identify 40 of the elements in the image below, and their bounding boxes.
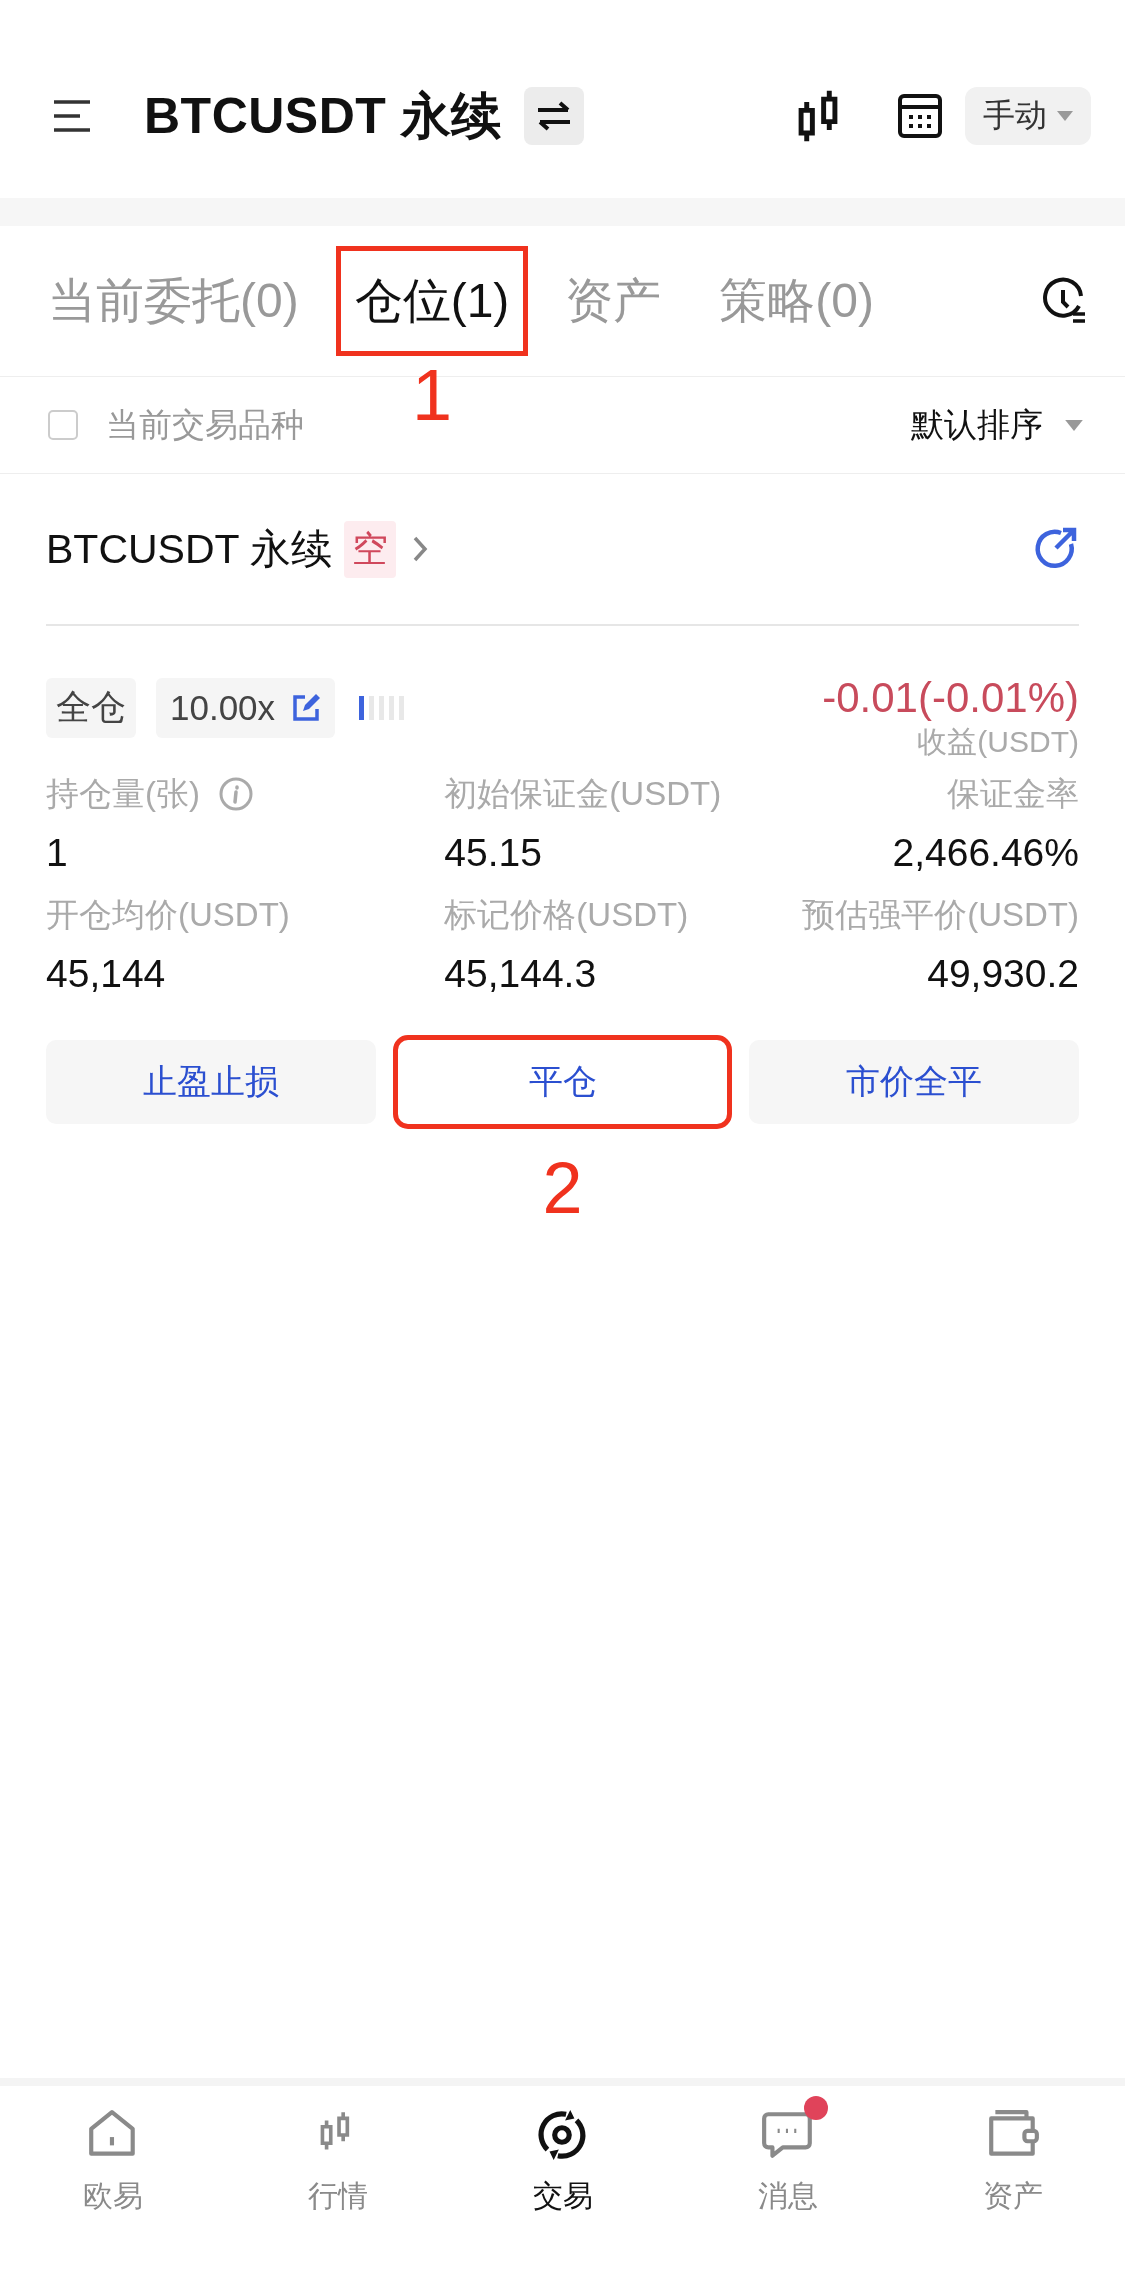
mode-dropdown[interactable]: 手动 — [965, 87, 1091, 145]
pnl-label: 收益(USDT) — [916, 724, 1079, 760]
page-title: BTCUSDT 永续 — [144, 86, 502, 146]
swap-button[interactable] — [523, 87, 584, 145]
risk-meter — [359, 695, 405, 720]
field-label: 预估强平价(USDT) — [802, 894, 1079, 935]
pnl-value: -0.01(-0.01%) — [822, 674, 1079, 722]
field-value: 49,930.2 — [927, 951, 1079, 996]
menu-icon[interactable] — [52, 99, 92, 133]
field-label: 标记价格(USDT) — [444, 894, 689, 935]
swap-icon — [535, 101, 572, 131]
field-value: 45,144 — [46, 951, 167, 996]
margin-mode-tag[interactable]: 全仓 — [46, 677, 136, 738]
sort-dropdown[interactable]: 默认排序 — [911, 402, 1083, 448]
leverage-tag[interactable]: 10.00x — [156, 677, 336, 738]
callout-number: 2 — [542, 1151, 583, 1224]
field-value: 45.15 — [444, 830, 543, 875]
callout-number: 1 — [412, 359, 452, 431]
nav-tab[interactable]: 资产 — [900, 2088, 1125, 2274]
action-button[interactable]: 市价全平 — [749, 1039, 1079, 1124]
nav-tab[interactable]: 交易 — [450, 2088, 675, 2274]
position-title[interactable]: BTCUSDT 永续 — [46, 521, 333, 577]
field-value: 2,466.46% — [892, 830, 1079, 875]
caret-icon — [1057, 111, 1073, 121]
nav-tab[interactable]: 行情 — [225, 2088, 450, 2274]
checkbox[interactable] — [48, 410, 78, 440]
nav-tab[interactable]: 欧易 — [0, 2088, 225, 2274]
edit-icon — [291, 692, 322, 723]
chevron-right-icon[interactable] — [412, 535, 429, 563]
caret-icon — [1065, 419, 1083, 431]
nav-tab[interactable]: 消息 — [675, 2088, 900, 2274]
field-label: 保证金率 — [947, 773, 1079, 814]
field-label: 初始保证金(USDT) — [444, 773, 722, 814]
action-button[interactable]: 止盈止损 — [46, 1039, 376, 1124]
field-value: 45,144.3 — [444, 951, 598, 996]
field-label: 持仓量(张) — [46, 773, 200, 814]
field-label: 开仓均价(USDT) — [46, 894, 290, 935]
calculator-icon[interactable] — [897, 93, 943, 139]
side-tag: 空 — [344, 520, 397, 578]
field-value: 1 — [46, 830, 69, 875]
